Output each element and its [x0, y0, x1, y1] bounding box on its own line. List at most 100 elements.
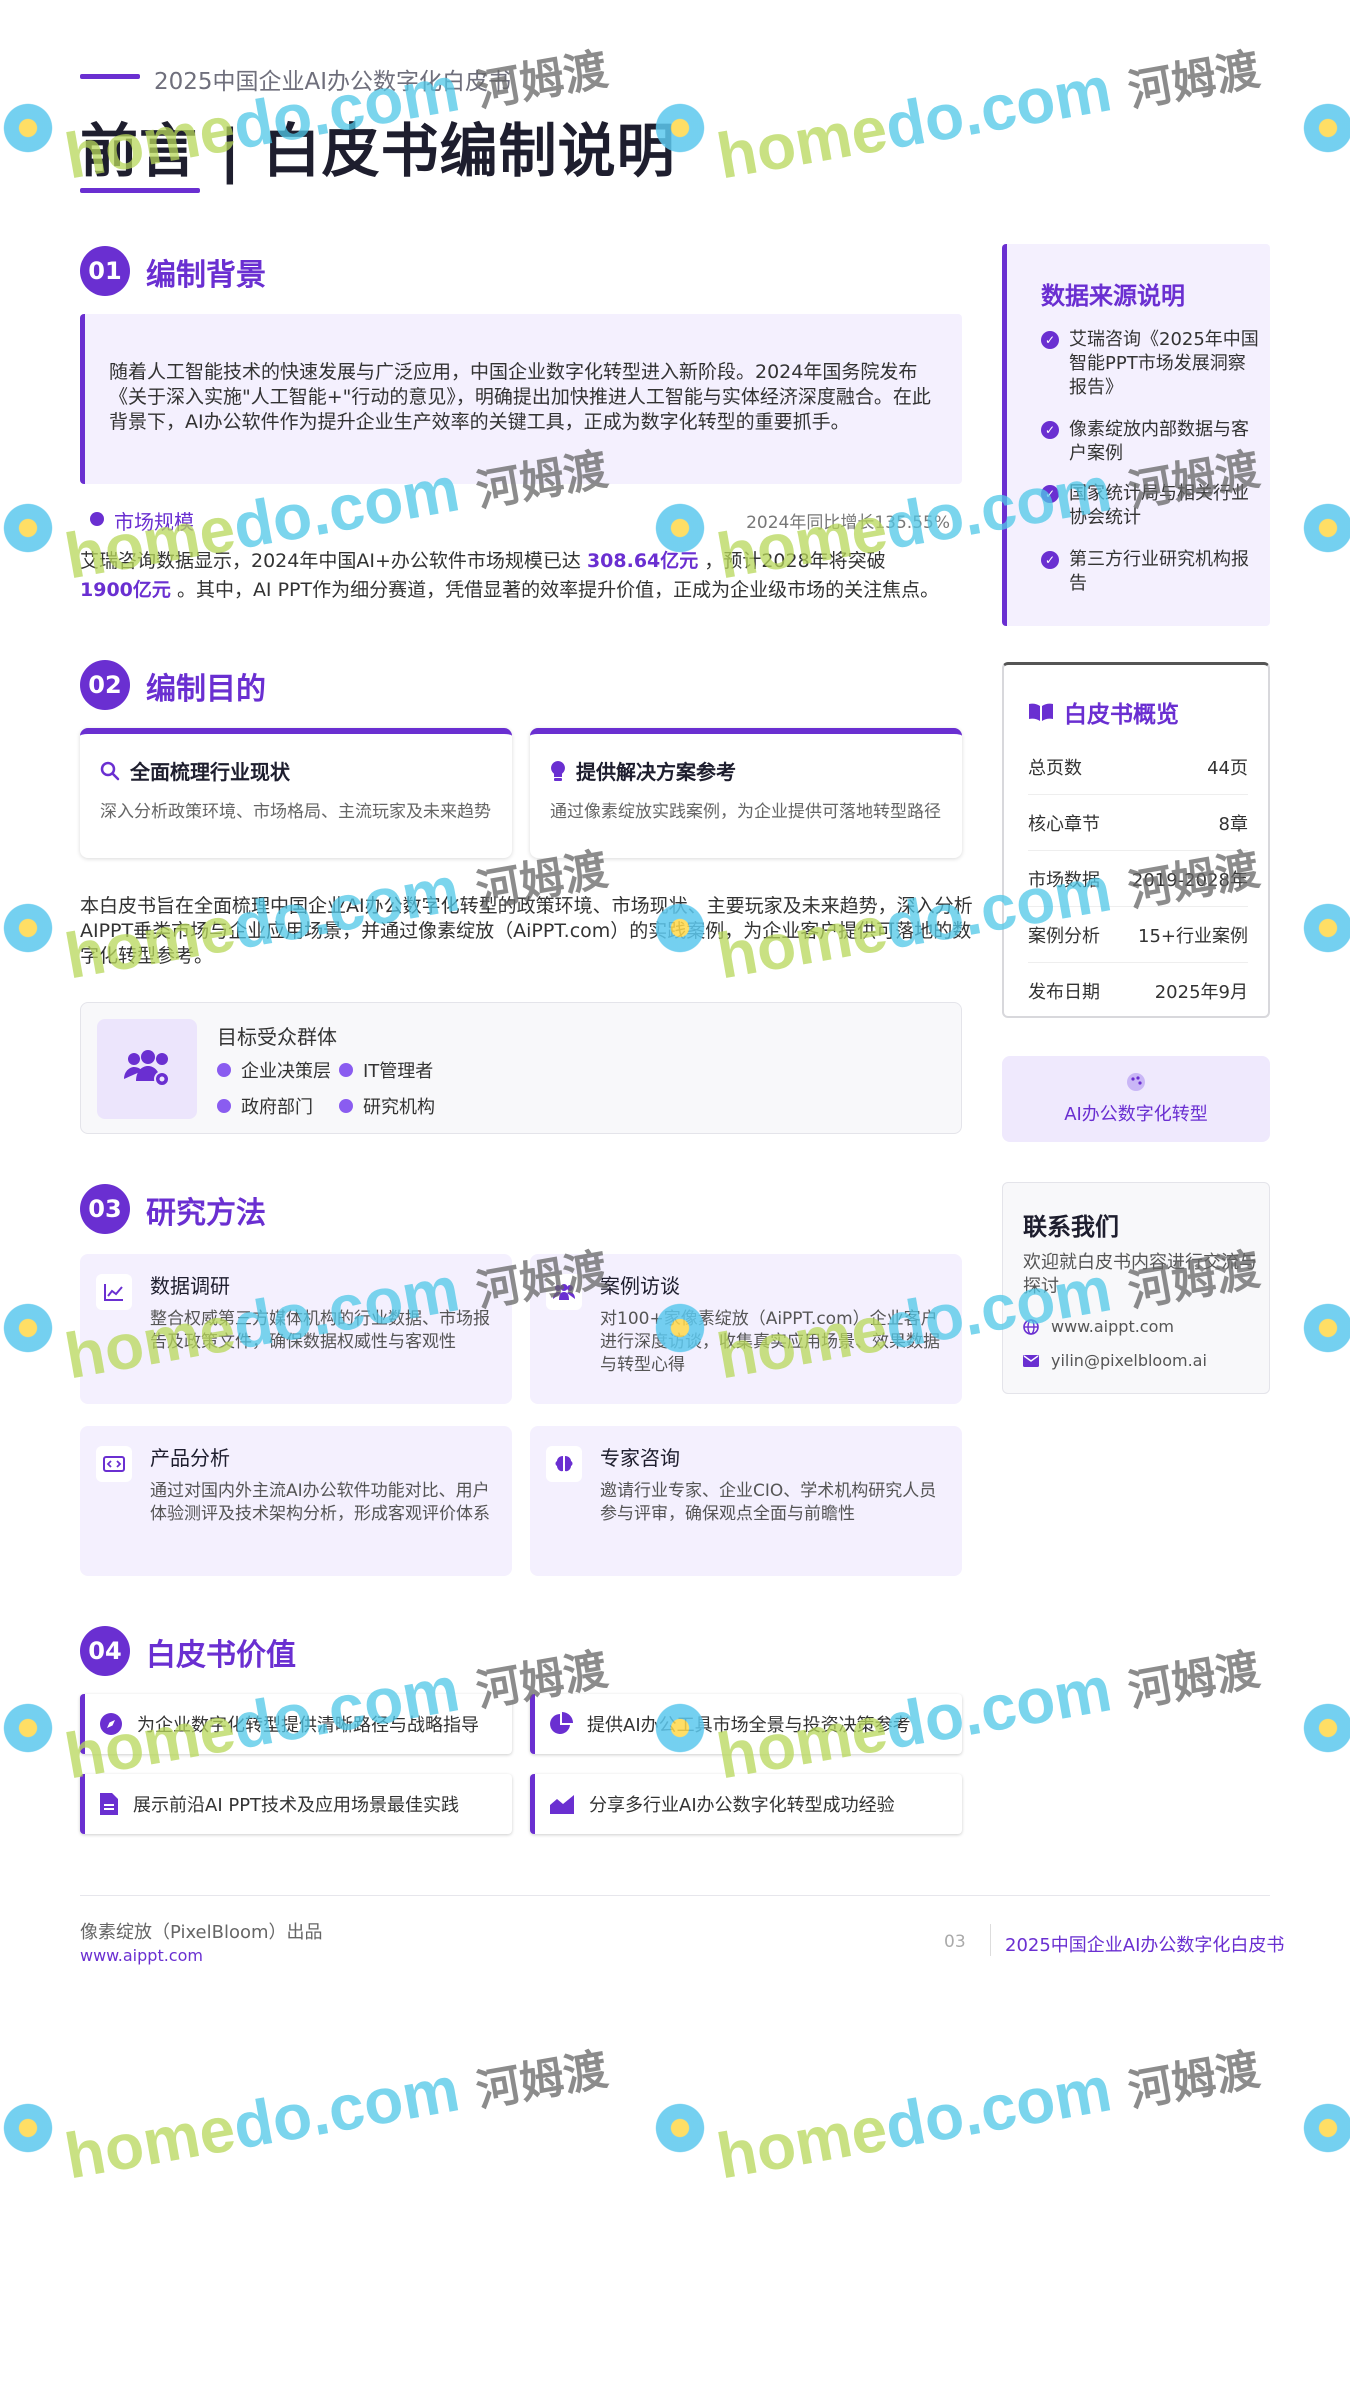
contact-desc: 欢迎就白皮书内容进行交流与探讨 — [1023, 1252, 1257, 1297]
pie-chart-icon — [550, 1712, 573, 1734]
overview-row: 总页数 44页 — [1028, 739, 1248, 795]
purpose-card-title: 提供解决方案参考 — [576, 760, 736, 784]
transformation-label: AI办公数字化转型 — [1064, 1104, 1208, 1125]
users-icon — [546, 1274, 582, 1310]
footer-brand: 像素绽放（PixelBloom）出品 — [80, 1922, 323, 1943]
value-card-path: 为企业数字化转型提供清晰路径与战略指导 — [80, 1694, 512, 1754]
audience-item: IT管理者 — [339, 1057, 433, 1083]
overview-label: 市场数据 — [1028, 869, 1100, 891]
search-icon — [100, 761, 120, 780]
method-title: 数据调研 — [150, 1274, 230, 1298]
footer-separator — [990, 1924, 991, 1956]
contact-website-text[interactable]: www.aippt.com — [1051, 1317, 1174, 1336]
market-text: 艾瑞咨询数据显示，2024年中国AI+办公软件市场规模已达 308.64亿元 ，… — [80, 547, 970, 605]
method-desc: 邀请行业专家、企业CIO、学术机构研究人员参与评审，确保观点全面与前瞻性 — [600, 1481, 937, 1524]
check-circle-icon: ✓ — [1041, 421, 1059, 439]
section-number-04: 04 — [80, 1626, 130, 1676]
contact-email[interactable]: yilin@pixelbloom.ai — [1023, 1351, 1207, 1370]
watermark-flower-icon — [1300, 1700, 1350, 1756]
bullet-dot-icon — [217, 1099, 231, 1113]
overview-label: 总页数 — [1028, 757, 1082, 779]
audience-title: 目标受众群体 — [217, 1025, 337, 1049]
watermark-flower-icon — [0, 1300, 56, 1356]
lightbulb-icon — [551, 760, 565, 781]
value-text: 展示前沿AI PPT技术及应用场景最佳实践 — [133, 1795, 460, 1816]
background-paragraph: 随着人工智能技术的快速发展与广泛应用，中国企业数字化转型进入新阶段。2024年国… — [109, 361, 931, 433]
watermark-flower-icon — [0, 100, 56, 156]
watermark-flower-icon — [652, 1300, 708, 1356]
overview-title: 白皮书概览 — [1028, 695, 1179, 729]
overview-row: 案例分析 15+行业案例 — [1028, 907, 1248, 963]
method-title: 产品分析 — [150, 1446, 230, 1470]
market-text-part: 艾瑞咨询数据显示，2024年中国AI+办公软件市场规模已达 — [80, 550, 581, 572]
background-box: 随着人工智能技术的快速发展与广泛应用，中国企业数字化转型进入新阶段。2024年国… — [80, 314, 962, 484]
audience-label: 政府部门 — [241, 1097, 313, 1118]
watermark-text: 河姆渡 — [472, 2045, 612, 2117]
value-text: 提供AI办公工具市场全景与投资决策参考 — [587, 1715, 911, 1736]
check-circle-icon: ✓ — [1041, 485, 1059, 503]
check-circle-icon: ✓ — [1041, 551, 1059, 569]
audience-item: 企业决策层 — [217, 1057, 331, 1083]
value-text: 为企业数字化转型提供清晰路径与战略指导 — [137, 1715, 479, 1736]
section-number-01: 01 — [80, 246, 130, 296]
overview-title-text: 白皮书概览 — [1064, 702, 1179, 728]
audience-label: 研究机构 — [363, 1097, 435, 1118]
watermark-flower-icon — [652, 100, 708, 156]
watermark-text: 河姆渡 — [1124, 1645, 1264, 1717]
source-text: 第三方行业研究机构报告 — [1069, 549, 1249, 594]
overview-label: 案例分析 — [1028, 925, 1100, 947]
source-text: 艾瑞咨询《2025年中国智能PPT市场发展洞察报告》 — [1069, 329, 1259, 398]
compass-icon — [100, 1713, 122, 1735]
method-desc: 通过对国内外主流AI办公软件功能对比、用户体验测评及技术架构分析，形成客观评价体… — [150, 1481, 490, 1524]
market-text-part: 。其中，AI PPT作为细分赛道，凭借显著的效率提升价值，正成为企业级市场的关注… — [176, 579, 940, 601]
audience-label: IT管理者 — [363, 1061, 434, 1082]
watermark-text: 河姆渡 — [1124, 2045, 1264, 2117]
watermark-text: home — [711, 91, 893, 193]
header-subtitle: 2025中国企业AI办公数字化白皮书 — [154, 69, 512, 95]
footer-url-link[interactable]: www.aippt.com — [80, 1946, 203, 1965]
footer-title: 2025中国企业AI办公数字化白皮书 — [1005, 1935, 1285, 1956]
purpose-card-desc: 深入分析政策环境、市场格局、主流玩家及未来趋势 — [100, 802, 491, 822]
watermark-flower-icon — [0, 2100, 56, 2156]
value-card-practice: 展示前沿AI PPT技术及应用场景最佳实践 — [80, 1774, 512, 1834]
footer-divider — [80, 1895, 1270, 1896]
source-item: ✓ 第三方行业研究机构报告 — [1041, 548, 1263, 596]
contact-website[interactable]: www.aippt.com — [1023, 1317, 1174, 1336]
title-underline — [80, 188, 200, 193]
value-card-experience: 分享多行业AI办公数字化转型成功经验 — [530, 1774, 962, 1834]
check-circle-icon: ✓ — [1041, 331, 1059, 349]
code-icon — [96, 1446, 132, 1482]
globe-icon — [1023, 1318, 1039, 1335]
area-chart-icon — [550, 1795, 574, 1814]
watermark-flower-icon — [0, 900, 56, 956]
watermark-flower-icon — [652, 900, 708, 956]
contact-email-text[interactable]: yilin@pixelbloom.ai — [1051, 1351, 1207, 1370]
mail-icon — [1023, 1354, 1039, 1367]
watermark-text: do.com — [227, 2052, 465, 2163]
watermark-text: home — [59, 2091, 241, 2193]
overview-label: 核心章节 — [1028, 813, 1100, 835]
chart-line-icon — [96, 1274, 132, 1310]
watermark-flower-icon — [1300, 1300, 1350, 1356]
watermark: homedo.com 河姆渡 — [712, 2025, 1265, 2193]
purpose-card-solution: 提供解决方案参考 通过像素绽放实践案例，为企业提供可落地转型路径 — [530, 728, 962, 858]
audience-label: 企业决策层 — [241, 1061, 331, 1082]
overview-value: 15+行业案例 — [1138, 925, 1248, 947]
audience-icon-box — [97, 1019, 197, 1119]
watermark-flower-icon — [1300, 100, 1350, 156]
document-icon — [100, 1793, 118, 1815]
market-label: 市场规模 — [114, 510, 194, 534]
contact-title: 联系我们 — [1023, 1213, 1119, 1241]
page-title: 前言 | 白皮书编制说明 — [80, 117, 676, 185]
value-card-market: 提供AI办公工具市场全景与投资决策参考 — [530, 1694, 962, 1754]
market-text-part: ，预计2028年将突破 — [704, 550, 886, 572]
overview-value: 8章 — [1218, 813, 1248, 835]
section-title-value: 白皮书价值 — [146, 1638, 296, 1673]
watermark-flower-icon — [1300, 900, 1350, 956]
purpose-paragraph: 本白皮书旨在全面梳理中国企业AI办公数字化转型的政策环境、市场现状、主要玩家及未… — [80, 895, 973, 967]
section-title-background: 编制背景 — [146, 258, 266, 293]
watermark-flower-icon — [652, 2100, 708, 2156]
watermark-flower-icon — [652, 1700, 708, 1756]
audience-item: 研究机构 — [339, 1093, 435, 1119]
overview-box: 白皮书概览 总页数 44页 核心章节 8章 市场数据 2019-2028年 案例分析 1… — [1002, 662, 1270, 1018]
